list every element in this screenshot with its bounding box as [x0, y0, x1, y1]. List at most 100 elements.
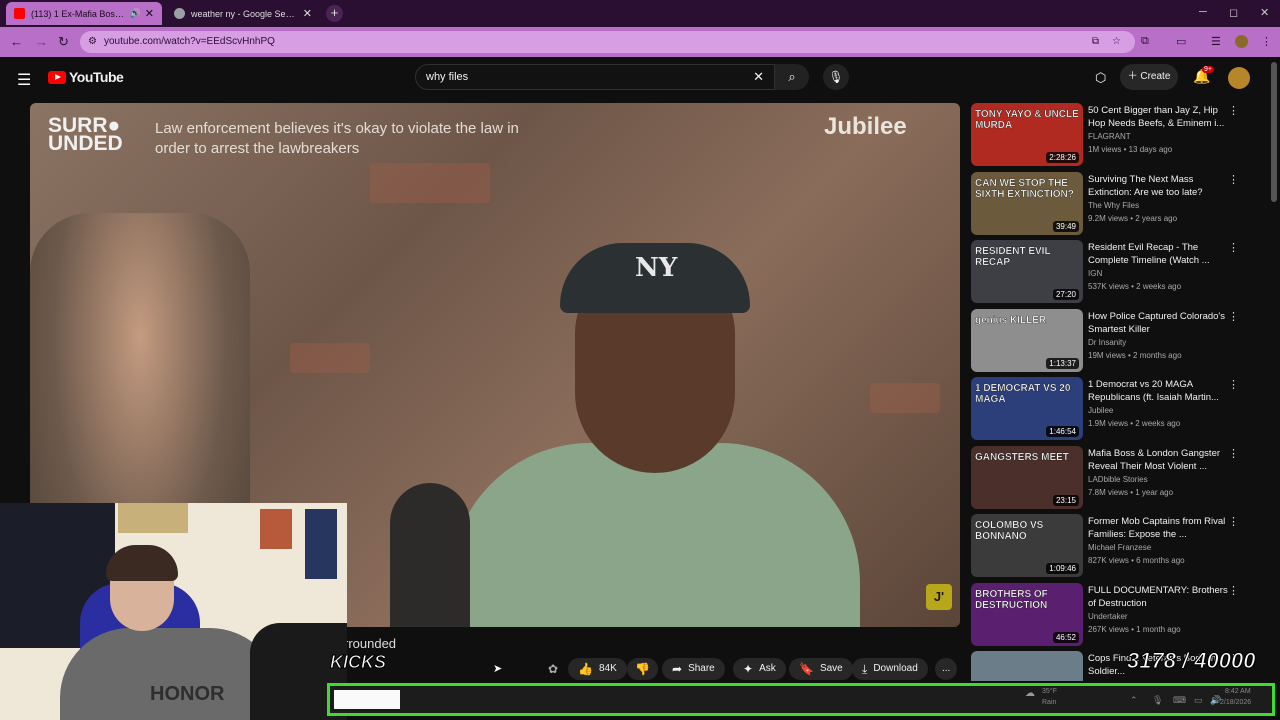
brick-patch [370, 163, 490, 203]
more-options-icon[interactable]: ⋮ [1228, 173, 1239, 186]
wall-poster [118, 503, 188, 533]
create-button[interactable]: ＋ Create [1120, 64, 1178, 90]
gear-icon: ✿ [548, 662, 559, 676]
dislike-button[interactable]: 👎 [627, 658, 658, 680]
close-window-button[interactable]: ✕ [1260, 6, 1269, 19]
tray-mic-icon[interactable]: 🎙 [1152, 695, 1163, 706]
profile-avatar-icon[interactable] [1235, 35, 1248, 48]
video-thumbnail[interactable]: GANGSTERS MEET 23:15 [971, 445, 1083, 509]
taskbar-date[interactable]: 2/18/2026 [1220, 699, 1251, 706]
channel-branding-badge[interactable]: J' [926, 584, 952, 610]
voice-search-button[interactable]: 🎙 [823, 64, 849, 90]
goal-progress-fill [334, 690, 400, 709]
more-options-icon[interactable]: ⋮ [1228, 310, 1239, 323]
download-button[interactable]: ⤓ Download [852, 658, 928, 680]
speaker-icon[interactable]: 🔊 [130, 8, 141, 19]
channel-name[interactable]: rrounded [344, 636, 396, 651]
video-thumbnail[interactable]: CAN WE STOP THE SIXTH EXTINCTION? 39:49 [971, 171, 1083, 235]
close-tab-icon[interactable]: ✕ [303, 7, 312, 20]
address-bar[interactable]: ⚙ youtube.com/watch?v=EEdScvHnhPQ ⧉ ☆ [80, 31, 1135, 53]
video-title[interactable]: How Police Captured Colorado's Smartest … [1088, 310, 1228, 336]
more-options-icon[interactable]: ⋮ [1228, 447, 1239, 460]
browser-menu-icon[interactable]: ⋮ [1261, 35, 1272, 48]
account-avatar[interactable] [1228, 67, 1250, 89]
browser-tab-bar: (113) 1 Ex-Mafia Boss vs 20 ... 🔊 ✕ weat… [0, 0, 1280, 27]
tray-chevron-icon[interactable]: ⌃ [1130, 695, 1138, 706]
more-options-icon[interactable]: ⋮ [1228, 241, 1239, 254]
channel-name[interactable]: FLAGRANT [1088, 132, 1131, 141]
install-icon[interactable]: ⧉ [1092, 31, 1099, 53]
minimize-button[interactable]: ─ [1199, 6, 1207, 18]
youtube-logo[interactable]: YouTube [48, 69, 124, 85]
recommendation-item[interactable]: RESIDENT EVIL RECAP 27:20 Resident Evil Re… [970, 240, 1270, 304]
ask-button[interactable]: ✦ Ask [733, 658, 786, 680]
menu-icon[interactable]: ☰ [17, 70, 31, 90]
tray-keyboard-icon[interactable]: ⌨ [1173, 695, 1186, 706]
close-tab-icon[interactable]: ✕ [145, 7, 154, 20]
more-actions-button[interactable]: ... [935, 658, 958, 680]
more-options-icon[interactable]: ⋮ [1228, 378, 1239, 391]
recommendation-item[interactable]: CAN WE STOP THE SIXTH EXTINCTION? 39:49 Su… [970, 171, 1270, 236]
cast-icon[interactable]: ⬡ [1095, 70, 1106, 86]
recommendation-item[interactable]: genius KILLER 1:13:37 How Police Captured … [970, 308, 1270, 373]
channel-name[interactable]: Undertaker [1088, 612, 1128, 621]
taskbar-time[interactable]: 8:42 AM [1225, 688, 1251, 695]
video-thumbnail[interactable]: BROTHERS OF DESTRUCTION 46:52 [971, 582, 1083, 646]
channel-name[interactable]: Michael Franzese [1088, 543, 1151, 552]
video-title[interactable]: 50 Cent Bigger than Jay Z, Hip Hop Needs… [1088, 104, 1228, 130]
more-options-icon[interactable]: ⋮ [1228, 584, 1239, 597]
forward-icon[interactable]: → [35, 34, 48, 49]
maximize-button[interactable]: ◻ [1229, 6, 1238, 19]
channel-name[interactable]: LADbible Stories [1088, 475, 1148, 484]
microphone-icon: 🎙 [828, 70, 844, 84]
channel-name[interactable]: The Why Files [1088, 201, 1139, 210]
save-button[interactable]: 🔖 Save [789, 658, 853, 680]
video-title[interactable]: Mafia Boss & London Gangster Reveal Thei… [1088, 447, 1228, 473]
video-title[interactable]: FULL DOCUMENTARY: Brothers of Destructio… [1088, 584, 1228, 610]
clear-search-icon[interactable]: ✕ [753, 65, 764, 89]
share-label: Share [688, 663, 715, 674]
site-info-icon[interactable]: ⚙ [88, 31, 97, 53]
video-thumbnail[interactable]: TONY YAYO & UNCLE MURDA 2:28:26 [971, 103, 1083, 166]
video-thumbnail[interactable]: RESIDENT EVIL RECAP 27:20 [971, 240, 1083, 303]
video-title[interactable]: 1 Democrat vs 20 MAGA Republicans (ft. I… [1088, 378, 1228, 404]
kicks-overlay-label: KICKS [329, 652, 387, 673]
tray-network-icon[interactable]: ▭ [1194, 695, 1203, 706]
search-button[interactable]: ⌕ [775, 64, 809, 90]
youtube-logo-text: YouTube [69, 69, 124, 85]
video-title[interactable]: Former Mob Captains from Rival Families:… [1088, 515, 1228, 541]
video-thumbnail[interactable]: COLOMBO VS BONNANO 1:09:46 [971, 514, 1083, 577]
reload-icon[interactable]: ↻ [58, 34, 69, 50]
streamer-shirt [60, 628, 280, 720]
new-tab-button[interactable]: + [326, 5, 343, 22]
channel-name[interactable]: IGN [1088, 269, 1102, 278]
extensions-icon[interactable]: ⧉ [1141, 35, 1149, 48]
browser-tab-google[interactable]: weather ny - Google Search ✕ [166, 2, 320, 25]
recommendation-item[interactable]: 1 DEMOCRAT VS 20 MAGA 1:46:54 1 Democrat v… [970, 377, 1270, 441]
recommendation-item[interactable]: BROTHERS OF DESTRUCTION 46:52 FULL DOCUMEN… [970, 582, 1270, 647]
bookmark-star-icon[interactable]: ☆ [1112, 31, 1121, 53]
video-thumbnail[interactable]: 1 DEMOCRAT VS 20 MAGA 1:46:54 [971, 377, 1083, 440]
recommendation-item[interactable]: TONY YAYO & UNCLE MURDA 2:28:26 50 Cent Bi… [970, 103, 1270, 167]
more-options-icon[interactable]: ⋮ [1228, 515, 1239, 528]
search-input[interactable]: why files ✕ [415, 64, 775, 90]
like-button[interactable]: 👍 84K [568, 658, 627, 680]
channel-name[interactable]: Dr Insanity [1088, 338, 1126, 347]
channel-name[interactable]: Jubilee [1088, 406, 1113, 415]
browser-tab-youtube[interactable]: (113) 1 Ex-Mafia Boss vs 20 ... 🔊 ✕ [6, 2, 162, 25]
page-scrollbar[interactable] [1271, 62, 1277, 202]
share-button[interactable]: ➦ Share [662, 658, 725, 680]
tab-search-icon[interactable]: ▭ [1176, 35, 1186, 48]
video-thumbnail[interactable] [971, 651, 1083, 681]
video-title[interactable]: Resident Evil Recap - The Complete Timel… [1088, 241, 1228, 267]
video-title[interactable]: Surviving The Next Mass Extinction: Are … [1088, 173, 1228, 199]
recommendation-item[interactable]: GANGSTERS MEET 23:15 Mafia Boss & London G… [970, 445, 1270, 510]
more-options-icon[interactable]: ⋮ [1228, 104, 1239, 117]
recommendation-item[interactable]: COLOMBO VS BONNANO 1:09:46 Former Mob Capt… [970, 514, 1270, 578]
channel-name[interactable]: Dr Insanity [1088, 680, 1126, 681]
back-icon[interactable]: ← [10, 34, 23, 49]
video-thumbnail[interactable]: genius KILLER 1:13:37 [971, 308, 1083, 372]
duration-badge: 46:52 [1052, 631, 1079, 643]
reading-list-icon[interactable]: ☰ [1211, 35, 1221, 48]
thumbnail-text: COLOMBO VS BONNANO [975, 520, 1044, 542]
